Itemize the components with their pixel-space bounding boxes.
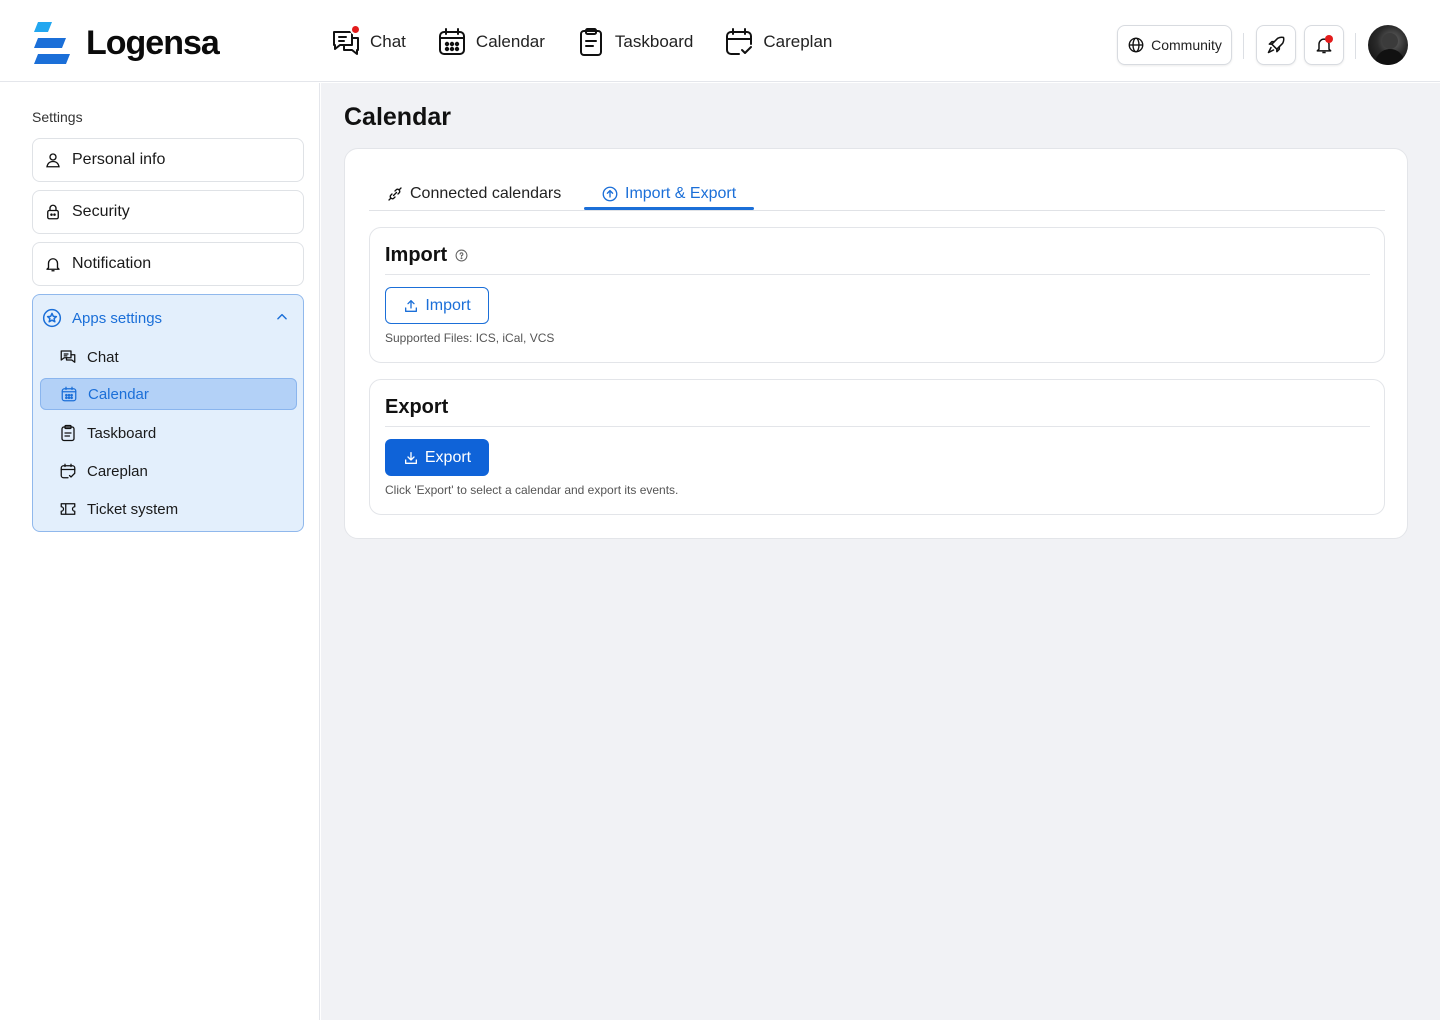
upload-circle-icon	[601, 185, 619, 203]
ticket-icon	[59, 500, 77, 518]
sidebar-item-personal-info[interactable]: Personal info	[32, 138, 304, 182]
sidebar-item-taskboard[interactable]: Taskboard	[40, 417, 297, 449]
divider	[1243, 33, 1244, 59]
notifications-button[interactable]	[1304, 25, 1344, 65]
export-section: Export Export Click 'Export' to select a…	[369, 379, 1385, 515]
chat-icon	[59, 348, 77, 366]
sidebar-item-label: Calendar	[88, 385, 149, 403]
import-title: Import	[385, 244, 468, 267]
link-icon	[386, 185, 404, 203]
top-nav: Chat Calendar Taskboard Careplan	[330, 24, 832, 58]
topnav-calendar-label: Calendar	[475, 32, 545, 51]
export-hint: Click 'Export' to select a calendar and …	[385, 483, 679, 497]
globe-icon	[1127, 36, 1145, 54]
sidebar-item-chat[interactable]: Chat	[40, 341, 297, 373]
rocket-button[interactable]	[1256, 25, 1296, 65]
topnav-taskboard-label: Taskboard	[614, 32, 694, 51]
chat-icon	[330, 24, 362, 58]
calendar-check-icon	[723, 26, 755, 58]
sidebar-item-label: Chat	[87, 348, 119, 366]
divider	[385, 274, 1370, 275]
import-heading: Import	[385, 244, 448, 266]
tab-label: Import & Export	[625, 185, 737, 202]
topnav-chat-label: Chat	[370, 32, 406, 51]
user-icon	[44, 151, 62, 169]
bell-icon	[44, 255, 62, 273]
sidebar-title: Settings	[32, 109, 83, 125]
sidebar-item-label: Notification	[72, 255, 152, 272]
logo[interactable]: Logensa	[32, 22, 220, 64]
calendar-icon	[60, 385, 78, 403]
import-hint: Supported Files: ICS, iCal, VCS	[385, 331, 555, 345]
sidebar-item-label: Taskboard	[87, 424, 157, 442]
calendar-settings-card: Connected calendars Import & Export Impo…	[344, 148, 1408, 539]
chevron-up-icon[interactable]	[275, 310, 289, 328]
active-tab-indicator	[584, 207, 754, 210]
tab-connected-calendars[interactable]: Connected calendars	[386, 177, 561, 211]
sidebar-item-label: Careplan	[87, 462, 148, 480]
avatar[interactable]	[1368, 25, 1408, 65]
rocket-icon	[1266, 35, 1286, 55]
chat-unread-dot	[350, 24, 361, 35]
export-title: Export	[385, 396, 448, 419]
topnav-chat[interactable]: Chat	[330, 24, 406, 58]
sidebar-item-ticket-system[interactable]: Ticket system	[40, 493, 297, 525]
community-label: Community	[1151, 37, 1222, 53]
sidebar-item-careplan[interactable]: Careplan	[40, 455, 297, 487]
top-bar: Logensa Chat Calendar Taskboard Careplan…	[0, 0, 1440, 82]
apps-settings-header[interactable]: Apps settings	[33, 295, 303, 341]
import-button-label: Import	[425, 296, 471, 314]
help-icon[interactable]	[455, 249, 468, 262]
export-button-label: Export	[424, 448, 472, 466]
tab-bar: Connected calendars Import & Export	[369, 177, 1385, 211]
topnav-calendar[interactable]: Calendar	[436, 26, 545, 58]
upload-icon	[403, 298, 419, 314]
tab-import-export[interactable]: Import & Export	[601, 177, 736, 211]
notification-dot	[1325, 35, 1333, 43]
sidebar-item-notification[interactable]: Notification	[32, 242, 304, 286]
export-heading: Export	[385, 396, 449, 418]
divider	[1355, 33, 1356, 59]
community-button[interactable]: Community	[1117, 25, 1232, 65]
sidebar-item-label: Security	[72, 203, 130, 220]
export-button[interactable]: Export	[385, 439, 489, 476]
divider	[385, 426, 1370, 427]
apps-settings-label: Apps settings	[72, 309, 163, 327]
import-button[interactable]: Import	[385, 287, 489, 324]
sidebar-item-label: Ticket system	[87, 500, 179, 518]
main-content: Calendar Connected calendars Import & Ex…	[321, 83, 1440, 1020]
topnav-careplan[interactable]: Careplan	[723, 26, 832, 58]
star-circle-icon	[42, 308, 62, 328]
tab-label: Connected calendars	[410, 185, 562, 202]
import-section: Import Import Supported Files: ICS, iCal…	[369, 227, 1385, 363]
sidebar-item-calendar[interactable]: Calendar	[40, 378, 297, 410]
calendar-icon	[436, 26, 468, 58]
settings-sidebar: Settings Personal info Security Notifica…	[0, 83, 320, 1020]
topnav-taskboard[interactable]: Taskboard	[575, 26, 693, 58]
brand-name: Logensa	[86, 23, 220, 62]
clipboard-icon	[59, 424, 77, 442]
lock-icon	[44, 203, 62, 221]
logo-icon	[32, 22, 72, 64]
calendar-check-icon	[59, 462, 77, 480]
sidebar-item-security[interactable]: Security	[32, 190, 304, 234]
clipboard-icon	[575, 26, 607, 58]
download-icon	[403, 450, 419, 466]
topnav-careplan-label: Careplan	[763, 32, 833, 51]
page-title: Calendar	[344, 103, 451, 131]
apps-settings-group: Apps settings Chat Calendar Taskboard Ca…	[32, 294, 304, 532]
sidebar-item-label: Personal info	[72, 151, 166, 168]
